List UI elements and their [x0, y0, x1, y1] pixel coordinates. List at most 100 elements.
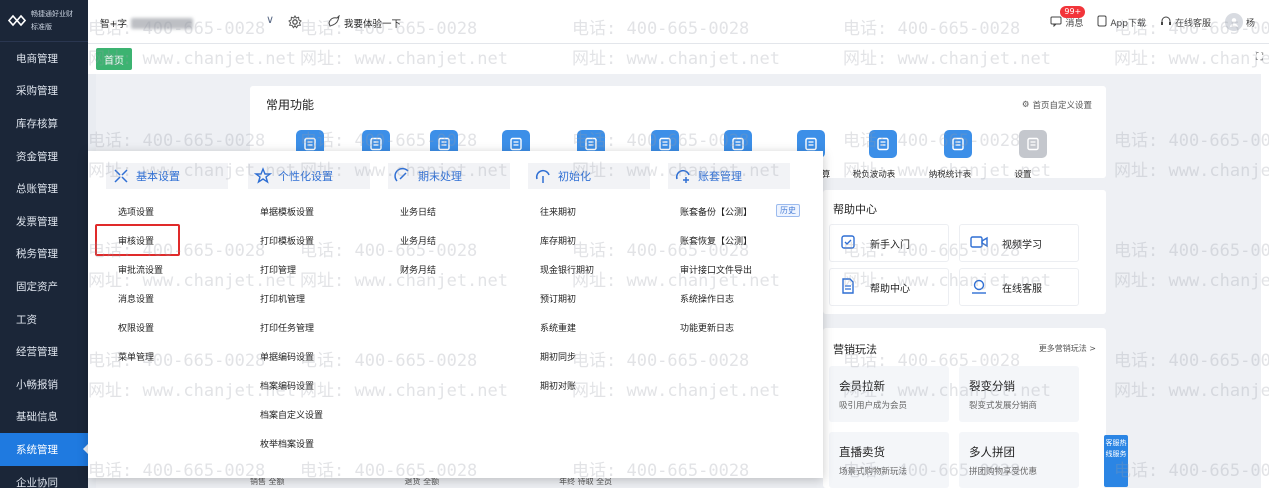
menu-column-header: 期末处理 [388, 163, 510, 189]
sidebar-item[interactable]: 总账管理 [0, 172, 88, 205]
app-download-button[interactable]: App下载 [1097, 15, 1146, 30]
marketing-item-subtitle: 场景式购物新玩法 [839, 467, 908, 477]
brand-logo[interactable]: 畅捷通好业财 标准版 [0, 0, 88, 42]
menu-item[interactable]: 档案编码设置 [260, 379, 314, 392]
menu-item[interactable]: 系统重建 [540, 321, 576, 334]
sidebar-item[interactable]: 基础信息 [0, 401, 88, 434]
settings-shortcut-icon[interactable] [1019, 130, 1047, 158]
menu-item[interactable]: 权限设置 [118, 321, 154, 334]
help-center-card: 帮助中心 新手入门 视频学习 帮助中心 在线客服 [823, 190, 1106, 314]
highlight-box [95, 224, 180, 256]
marketing-item-title: 多人拼团 [969, 445, 1015, 459]
account-selector[interactable]: 智+字 [100, 16, 193, 30]
online-service-card-label: 在线客服 [1002, 283, 1042, 295]
customize-home-link[interactable]: ⚙ 首页自定义设置 [1022, 99, 1092, 111]
common-functions-title: 常用功能 [266, 98, 315, 112]
beginner-guide-label: 新手入门 [870, 239, 910, 251]
menu-item[interactable]: 打印管理 [260, 263, 296, 276]
menu-item[interactable]: 打印机管理 [260, 292, 305, 305]
marketing-item[interactable]: 直播卖货 场景式购物新玩法 [829, 432, 949, 488]
menu-item[interactable]: 期初对账 [540, 379, 576, 392]
sidebar-item[interactable]: 电商管理 [0, 42, 88, 75]
menu-item[interactable]: 功能更新日志 [680, 321, 734, 334]
menu-item[interactable]: 账套备份【公测】 [680, 205, 752, 218]
marketing-item-title: 直播卖货 [839, 445, 885, 459]
menu-item[interactable]: 现金银行期初 [540, 263, 594, 276]
personalize-icon [254, 167, 272, 185]
menu-item[interactable]: 预订期初 [540, 292, 576, 305]
messages-badge: 99+ [1060, 5, 1086, 18]
menu-column-header: 初始化 [528, 163, 650, 189]
scrollbar[interactable] [1261, 74, 1269, 488]
menu-item[interactable]: 审批流设置 [118, 263, 163, 276]
more-marketing-link[interactable]: 更多营销玩法 > [1039, 343, 1096, 354]
menu-item[interactable]: 期初同步 [540, 350, 576, 363]
sidebar: 畅捷通好业财 标准版 电商管理 采购管理 库存核算 资金管理 总账管理 发票管理 税务管理固… [0, 0, 89, 488]
basic-settings-icon [112, 167, 130, 185]
marketing-item[interactable]: 裂变分销 裂变式发展分销商 [959, 366, 1079, 422]
marketing-item[interactable]: 多人拼团 拼团购物享受优惠 [959, 432, 1079, 488]
marketing-item[interactable]: 会员拉新 吸引用户成为会员 [829, 366, 949, 422]
fullscreen-icon[interactable]: ⛶ [1256, 52, 1263, 63]
menu-item[interactable]: 业务日结 [400, 205, 436, 218]
menu-item[interactable]: 财务月结 [400, 263, 436, 276]
marketing-title: 营销玩法 [833, 343, 877, 356]
sidebar-item[interactable]: 经营管理 [0, 335, 88, 368]
menu-item[interactable]: 打印模板设置 [260, 234, 314, 247]
gear-icon[interactable] [288, 15, 302, 29]
help-center-title: 帮助中心 [833, 203, 877, 216]
chevron-down-icon[interactable]: ∨ [266, 13, 274, 26]
video-learning-button[interactable]: 视频学习 [959, 224, 1079, 262]
history-tag[interactable]: 历史 [776, 204, 800, 217]
menu-column-title: 个性化设置 [278, 170, 333, 183]
sidebar-item[interactable]: 固定资产 [0, 270, 88, 303]
messages-button[interactable]: 99+ 消息 [1050, 5, 1086, 30]
function-shortcut-label: 税负波动表 [852, 170, 896, 180]
experience-link[interactable]: 我要体验一下 [328, 14, 402, 30]
sidebar-item[interactable]: 税务管理 [0, 238, 88, 271]
menu-item[interactable]: 单据模板设置 [260, 205, 314, 218]
menu-item[interactable]: 消息设置 [118, 292, 154, 305]
sidebar-item[interactable]: 企业协同 [0, 466, 88, 488]
menu-item[interactable]: 菜单管理 [118, 350, 154, 363]
menu-column-header: 账套管理 [668, 163, 790, 189]
sidebar-item[interactable]: 资金管理 [0, 140, 88, 173]
user-menu[interactable]: 杨 [1224, 13, 1255, 31]
menu-item[interactable]: 账套恢复【公测】 [680, 234, 752, 247]
beginner-guide-button[interactable]: 新手入门 [829, 224, 949, 262]
experience-label: 我要体验一下 [344, 18, 402, 30]
sidebar-item[interactable]: 采购管理 [0, 75, 88, 108]
menu-item[interactable]: 单据编码设置 [260, 350, 314, 363]
menu-column-header: 基本设置 [106, 163, 228, 189]
sidebar-item[interactable]: 小畅报销 [0, 368, 88, 401]
menu-item[interactable]: 库存期初 [540, 234, 576, 247]
menu-item[interactable]: 档案自定义设置 [260, 408, 323, 421]
headset-icon [1160, 15, 1172, 30]
function-shortcut-icon[interactable] [944, 130, 972, 158]
menu-item[interactable]: 系统操作日志 [680, 292, 734, 305]
menu-item[interactable]: 打印任务管理 [260, 321, 314, 334]
topbar: 智+字 ∨ 我要体验一下 99+ 消息 App下载 在线客服 杨 [88, 0, 1269, 44]
sidebar-item[interactable]: 库存核算 [0, 107, 88, 140]
sidebar-item[interactable]: 工资 [0, 303, 88, 336]
menu-item[interactable]: 审计接口文件导出 [680, 263, 752, 276]
menu-item[interactable]: 往来期初 [540, 205, 576, 218]
avatar [1224, 13, 1243, 31]
menu-column-title: 期末处理 [418, 170, 462, 183]
online-service-button[interactable]: 在线客服 [1160, 15, 1211, 30]
help-center-button[interactable]: 帮助中心 [829, 268, 949, 306]
function-shortcut-icon[interactable] [869, 130, 897, 158]
sidebar-item[interactable]: 系统管理 [0, 433, 89, 466]
sidebar-item[interactable]: 发票管理 [0, 205, 88, 238]
brand-edition: 标准版 [31, 23, 52, 31]
menu-item[interactable]: 业务月结 [400, 234, 436, 247]
initialize-icon [534, 167, 552, 185]
video-icon [970, 234, 988, 253]
function-shortcut-label: 纳税统计表 [928, 170, 972, 180]
tab-home[interactable]: 首页 [96, 48, 132, 70]
online-service-card-button[interactable]: 在线客服 [959, 268, 1079, 306]
menu-item[interactable]: 选项设置 [118, 205, 154, 218]
menu-item[interactable]: 枚举档案设置 [260, 437, 314, 450]
online-service-label: 在线客服 [1174, 18, 1211, 29]
customer-hotline-button[interactable]: 客服热线服务 [1104, 435, 1128, 487]
